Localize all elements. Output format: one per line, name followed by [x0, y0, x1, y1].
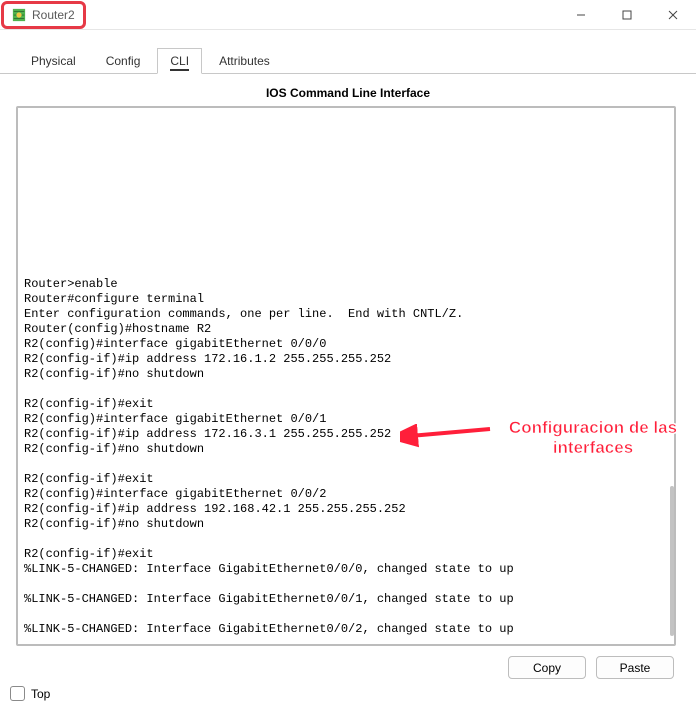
cli-terminal[interactable]: Router>enable Router#configure terminal …	[16, 106, 676, 646]
button-row: Copy Paste	[16, 656, 680, 679]
window-title: Router2	[32, 8, 75, 22]
close-button[interactable]	[650, 0, 696, 29]
router-icon	[12, 8, 26, 22]
footer-row: Top	[10, 686, 50, 701]
tab-cli[interactable]: CLI	[157, 48, 202, 74]
minimize-button[interactable]	[558, 0, 604, 29]
tab-attributes[interactable]: Attributes	[206, 48, 283, 74]
terminal-scrollbar[interactable]	[670, 226, 674, 526]
tab-config[interactable]: Config	[93, 48, 154, 74]
titlebar: Router2	[0, 0, 696, 30]
paste-button[interactable]: Paste	[596, 656, 674, 679]
top-checkbox-label: Top	[31, 687, 50, 701]
tab-physical[interactable]: Physical	[18, 48, 89, 74]
maximize-button[interactable]	[604, 0, 650, 29]
top-checkbox[interactable]	[10, 686, 25, 701]
window-controls	[558, 0, 696, 29]
cli-panel: IOS Command Line Interface Router>enable…	[0, 74, 696, 679]
title-highlight-box: Router2	[1, 1, 86, 29]
panel-title: IOS Command Line Interface	[16, 86, 680, 100]
copy-button[interactable]: Copy	[508, 656, 586, 679]
tab-bar: Physical Config CLI Attributes	[0, 48, 696, 74]
terminal-scrollbar-handle[interactable]	[670, 486, 674, 636]
